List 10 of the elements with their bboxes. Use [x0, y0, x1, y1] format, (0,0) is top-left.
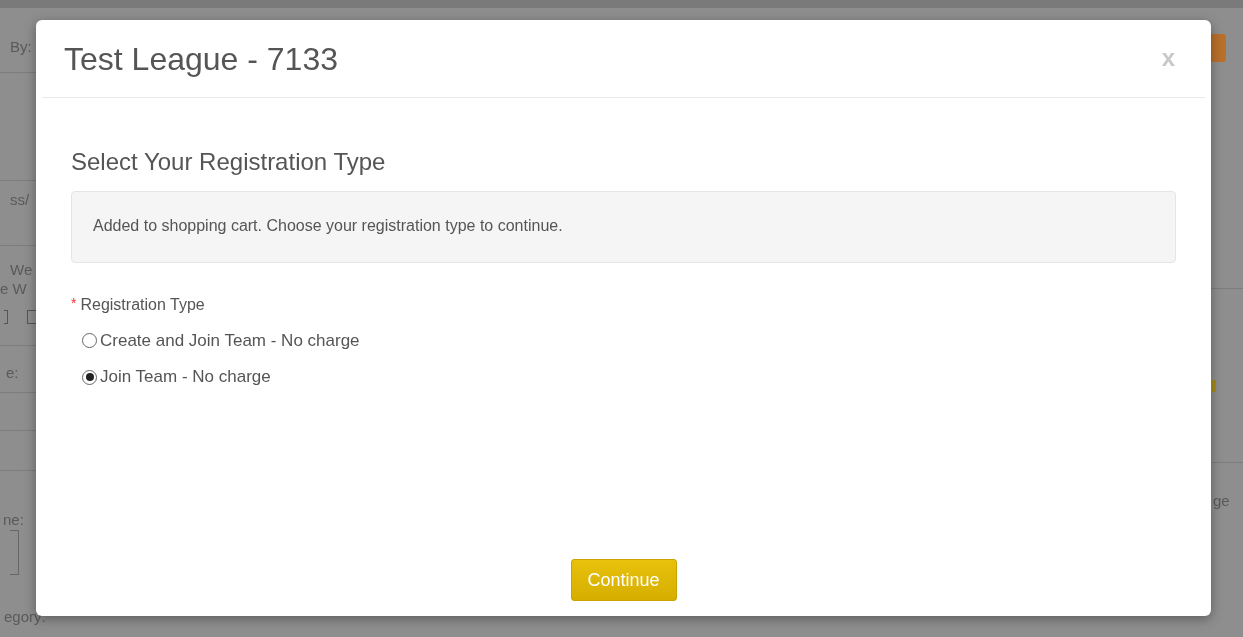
- input-field: [10, 530, 19, 575]
- dialog-title: Test League - 7133: [64, 39, 338, 79]
- required-mark: *: [71, 293, 77, 313]
- radio-button[interactable]: [82, 333, 97, 349]
- option-label[interactable]: Join Team - No charge: [100, 364, 271, 390]
- notice-text: Added to shopping cart. Choose your registration type to continue.: [93, 216, 563, 234]
- radio-button[interactable]: [82, 369, 97, 385]
- option-label[interactable]: Create and Join Team - No charge: [100, 327, 360, 354]
- field-label: Registration Type: [80, 294, 205, 315]
- section-heading: Select Your Registration Type: [71, 148, 387, 177]
